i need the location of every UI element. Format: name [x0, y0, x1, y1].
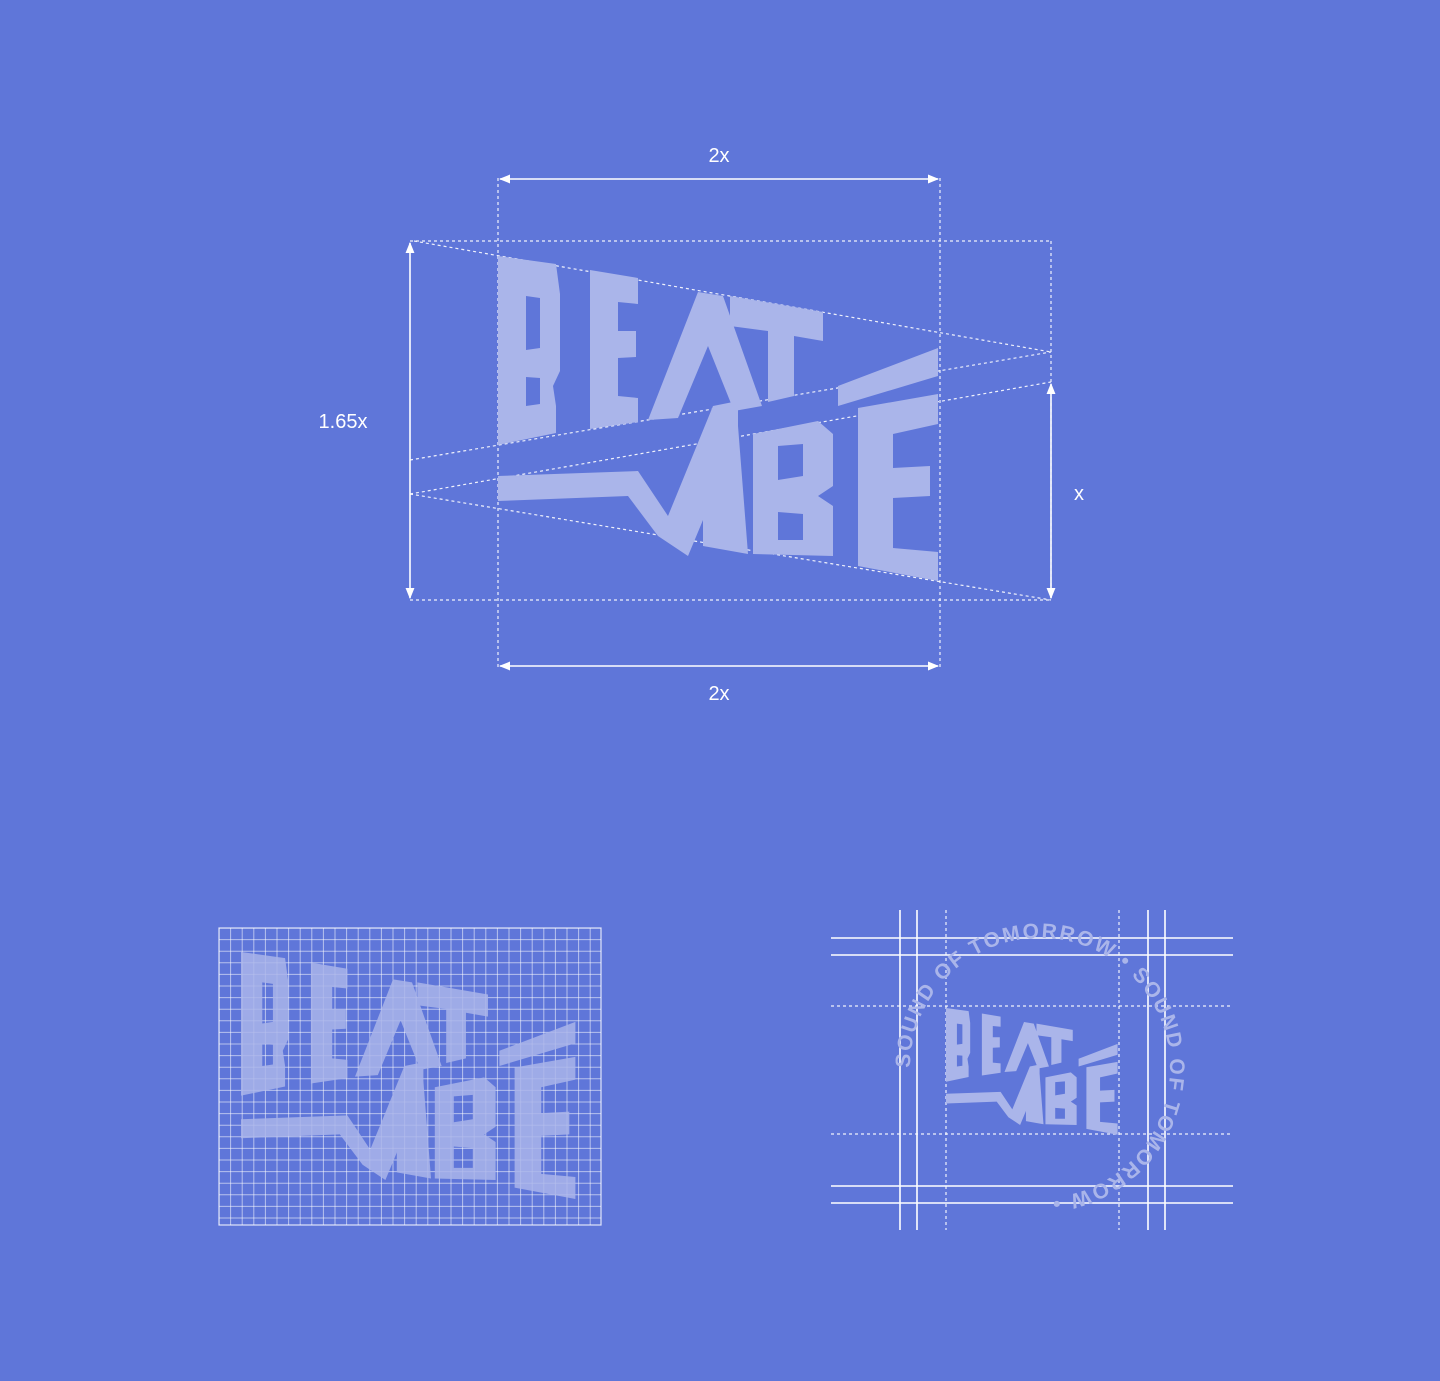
bottom-width-label: 2x: [708, 683, 729, 705]
grid-beat-vibe-logo-icon: [241, 952, 576, 1199]
badge-beat-vibe-logo-icon: [946, 1008, 1118, 1135]
logo-construction-diagram: 2x 2x 1.65x x: [319, 145, 1084, 705]
height-label: 1.65x: [319, 411, 368, 433]
badge-clearspace-diagram: SOUND OF TOMORROW • SOUND OF TOMORROW •: [831, 910, 1233, 1230]
logo-grid-diagram: [218, 927, 602, 1226]
right-height-label: x: [1074, 483, 1084, 505]
beat-vibe-logo-icon: [498, 256, 938, 581]
top-width-label: 2x: [708, 145, 729, 167]
brand-guidelines-canvas: 2x 2x 1.65x x SOUND OF TOMORROW • SOUND …: [218, 145, 1233, 1230]
